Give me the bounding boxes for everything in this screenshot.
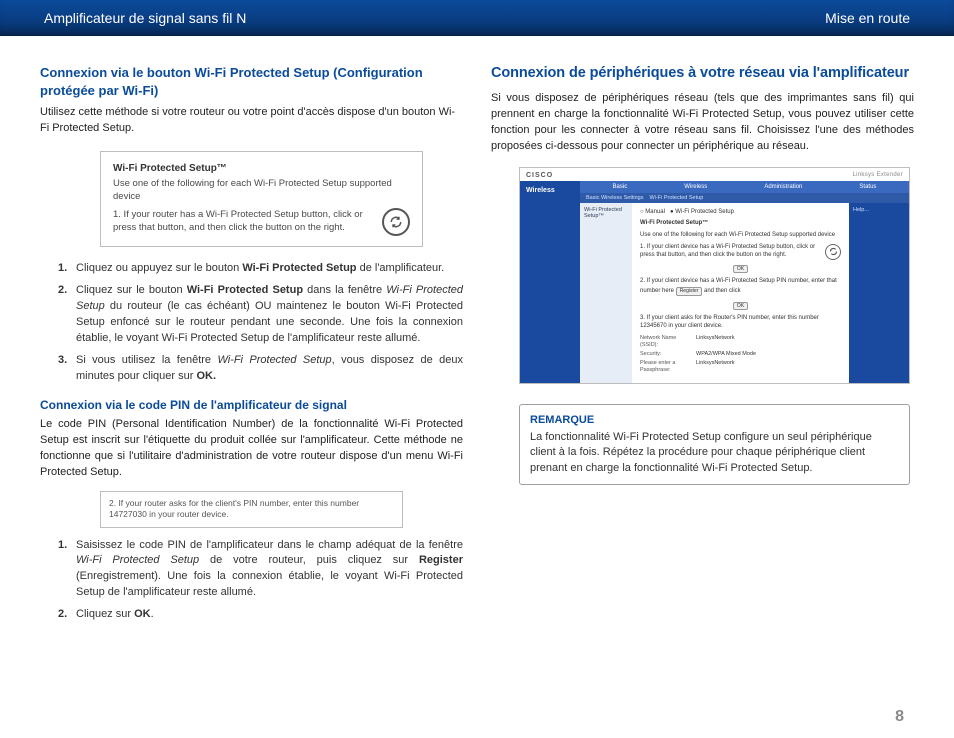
wps-button-intro: Utilisez cette méthode si votre routeur … [40,105,463,137]
router-right-panel: Help... [849,203,909,383]
router-tabs: Basic Wireless Administration Status [580,181,909,193]
header-bar: Amplificateur de signal sans fil N Mise … [0,0,954,36]
text: Cliquez sur le bouton [76,284,187,296]
router-tab[interactable]: Administration [764,184,802,190]
router-field-label: Please enter a Passphrase: [640,360,690,374]
note-text: La fonctionnalité Wi-Fi Protected Setup … [530,431,872,474]
header-left: Amplificateur de signal sans fil N [44,10,246,26]
page-body: Connexion via le bouton Wi-Fi Protected … [0,36,954,629]
bold: Wi-Fi Protected Setup [187,284,303,296]
step-item: Cliquez ou appuyez sur le bouton Wi-Fi P… [62,261,463,277]
figure-subtitle: Use one of the following for each Wi-Fi … [113,178,410,204]
router-tab[interactable]: Status [859,184,876,190]
router-field-value: LinksysNetwork [696,360,735,374]
italic: Wi-Fi Protected Setup [76,554,199,566]
router-step-3: 3. If your client asks for the Router's … [640,315,841,331]
figure-step-text: 1. If your router has a Wi-Fi Protected … [113,209,372,235]
italic: Wi-Fi Protected Setup [217,354,331,366]
pin-intro: Le code PIN (Personal Identification Num… [40,417,463,481]
router-ok-button[interactable]: OK [733,265,748,274]
text: . [151,608,154,620]
figure-router-admin: CISCO Linksys Extender Wireless Basic Wi… [519,167,910,384]
text: Cliquez sur [76,608,134,620]
section-heading-pin: Connexion via le code PIN de l'amplifica… [40,397,463,413]
bold: OK [134,608,151,620]
connect-devices-intro: Si vous disposez de périphériques réseau… [491,91,914,155]
router-content-line: Use one of the following for each Wi-Fi … [640,232,841,240]
router-left-panel: Wi-Fi Protected Setup™ [580,203,632,383]
left-column: Connexion via le bouton Wi-Fi Protected … [40,64,463,629]
text: de votre routeur, puis cliquez sur [199,554,419,566]
router-help-link[interactable]: Help... [853,207,869,213]
text: Si vous utilisez la fenêtre [76,354,217,366]
router-subtabs: Basic Wireless Settings Wi-Fi Protected … [580,193,909,203]
bold: OK. [196,370,216,382]
router-ok-button[interactable]: OK [733,302,748,311]
router-field-value: LinksysNetwork [696,335,735,349]
step-item: Saisissez le code PIN de l'amplificateur… [62,538,463,602]
text: dans la fenêtre [303,284,386,296]
right-column: Connexion de périphériques à votre résea… [491,64,914,629]
bold: Wi-Fi Protected Setup [242,262,356,274]
router-content-title: Wi-Fi Protected Setup™ [640,220,841,228]
step-item: Cliquez sur OK. [62,607,463,623]
note-label: REMARQUE [530,413,899,428]
figure-wps-button: Wi-Fi Protected Setup™ Use one of the fo… [100,151,423,247]
router-mode-option[interactable]: Manual [645,209,665,215]
page-number: 8 [895,708,904,726]
router-tab[interactable]: Wireless [684,184,707,190]
router-mode-option[interactable]: Wi-Fi Protected Setup [675,209,734,215]
wps-icon [382,208,410,236]
bold: Register [419,554,463,566]
steps-wps-button: Cliquez ou appuyez sur le bouton Wi-Fi P… [62,261,463,385]
text: Saisissez le code PIN de l'amplificateur… [76,539,463,551]
router-side-label: Wireless [520,181,580,383]
figure-pin-instruction: 2. If your router asks for the client's … [100,491,403,528]
note-box: REMARQUE La fonctionnalité Wi-Fi Protect… [519,404,910,486]
wps-icon[interactable] [825,244,841,260]
text: Cliquez ou appuyez sur le bouton [76,262,242,274]
steps-pin: Saisissez le code PIN de l'amplificateur… [62,538,463,624]
router-step-1: 1. If your client device has a Wi-Fi Pro… [640,244,821,260]
section-heading-connect-devices: Connexion de périphériques à votre résea… [491,64,914,83]
router-field-label: Security: [640,351,690,358]
step-item: Cliquez sur le bouton Wi-Fi Protected Se… [62,283,463,347]
router-subtab[interactable]: Wi-Fi Protected Setup [649,195,703,201]
router-main-panel: ○ Manual ● Wi-Fi Protected Setup Wi-Fi P… [632,203,849,383]
router-subtab[interactable]: Basic Wireless Settings [586,195,643,201]
brand-logo: CISCO [526,172,553,179]
brand-right: Linksys Extender [853,172,904,179]
step-item: Si vous utilisez la fenêtre Wi-Fi Protec… [62,353,463,385]
router-field-value: WPA2/WPA Mixed Mode [696,351,756,358]
router-field-label: Network Name (SSID): [640,335,690,349]
text: du routeur (le cas échéant) OU maintenez… [76,300,463,344]
router-register-button[interactable]: Register [676,287,703,296]
section-heading-wps-button: Connexion via le bouton Wi-Fi Protected … [40,64,463,99]
router-step-2-post: and then click [704,288,741,294]
figure-title: Wi-Fi Protected Setup™ [113,162,410,176]
text: (Enregistrement). Une fois la connexion … [76,570,463,598]
header-right: Mise en route [825,10,910,26]
router-tab[interactable]: Basic [613,184,628,190]
text: de l'amplificateur. [357,262,445,274]
